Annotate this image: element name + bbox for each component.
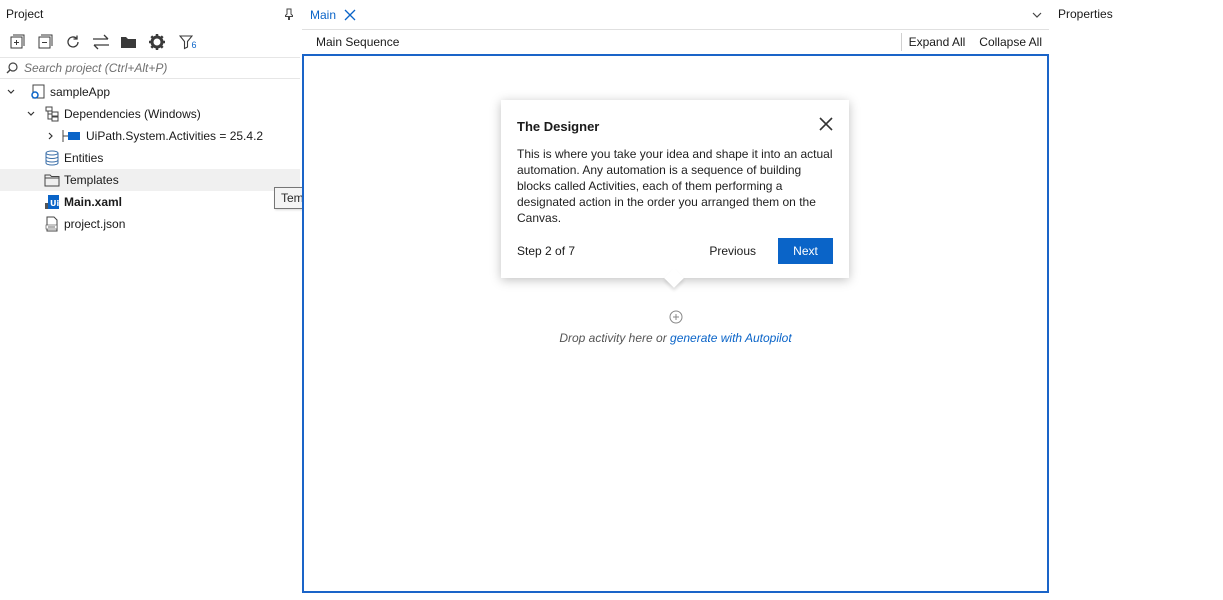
database-icon	[44, 150, 60, 166]
tree-item-label: sampleApp	[50, 85, 111, 99]
drop-hint-text: Drop activity here or	[559, 331, 667, 345]
popup-title: The Designer	[517, 119, 600, 134]
xaml-file-icon: Ui	[44, 194, 60, 210]
project-tree: sampleApp Dependencies (Windows) UiPath.…	[0, 81, 300, 235]
tab-main[interactable]: Main	[302, 0, 364, 30]
settings-gear-icon[interactable]	[148, 33, 166, 51]
tree-item-entities[interactable]: Entities	[0, 147, 300, 169]
tree-item-templates[interactable]: Templates	[0, 169, 300, 191]
expand-all-icon[interactable]	[8, 33, 26, 51]
tree-item-label: project.json	[64, 217, 126, 231]
close-icon[interactable]	[344, 9, 356, 21]
search-icon	[6, 62, 18, 74]
sequence-title[interactable]: Main Sequence	[316, 35, 399, 49]
previous-button[interactable]: Previous	[695, 239, 770, 263]
step-indicator: Step 2 of 7	[517, 244, 576, 258]
project-panel: Project 6 Search project (Ctrl+Alt+P) sa…	[0, 0, 300, 600]
drop-zone[interactable]: Drop activity here or generate with Auto…	[304, 310, 1047, 345]
chevron-right-icon[interactable]	[44, 129, 58, 143]
chevron-down-icon[interactable]	[4, 85, 18, 99]
svg-text:Ui: Ui	[50, 199, 59, 208]
tree-item-label: Templates	[64, 173, 119, 187]
properties-panel-header: Properties	[1052, 0, 1223, 28]
project-search[interactable]	[0, 57, 300, 79]
add-activity-icon[interactable]	[669, 310, 683, 324]
collapse-all-icon[interactable]	[36, 33, 54, 51]
popup-buttons: Previous Next	[695, 238, 833, 264]
project-root-icon	[30, 84, 46, 100]
next-button[interactable]: Next	[778, 238, 833, 264]
sequence-actions: Expand All Collapse All	[900, 33, 1049, 51]
properties-panel: Properties	[1052, 0, 1223, 600]
properties-title: Properties	[1058, 7, 1113, 21]
tree-item-label: UiPath.System.Activities = 25.4.2	[86, 129, 264, 143]
tab-label: Main	[310, 7, 337, 22]
package-icon	[62, 128, 82, 144]
project-panel-title: Project	[6, 7, 44, 21]
project-panel-header: Project	[0, 0, 300, 28]
tree-item-label: Main.xaml	[64, 195, 123, 209]
filter-icon[interactable]: 6	[176, 33, 200, 51]
project-toolbar: 6	[0, 28, 300, 56]
autopilot-link[interactable]: generate with Autopilot	[670, 331, 792, 345]
search-input[interactable]	[24, 61, 284, 75]
json-file-icon	[44, 216, 60, 232]
chevron-down-icon[interactable]	[1031, 9, 1043, 21]
open-folder-icon[interactable]	[120, 33, 138, 51]
tree-item-label: Dependencies (Windows)	[64, 107, 201, 121]
filter-count-badge: 6	[191, 40, 197, 50]
tree-item-label: Entities	[64, 151, 104, 165]
tree-item-activity-package[interactable]: UiPath.System.Activities = 25.4.2	[0, 125, 300, 147]
dependencies-icon	[44, 106, 60, 122]
drop-hint: Drop activity here or generate with Auto…	[304, 331, 1047, 345]
refresh-icon[interactable]	[64, 33, 82, 51]
tour-popup: The Designer This is where you take your…	[501, 100, 849, 288]
designer-panel: Main Main Sequence Expand All Collapse A…	[302, 0, 1049, 600]
tree-item-project-json[interactable]: project.json	[0, 213, 300, 235]
pin-icon[interactable]	[284, 8, 294, 20]
chevron-down-icon[interactable]	[24, 107, 38, 121]
sequence-breadcrumb-bar: Main Sequence Expand All Collapse All	[302, 30, 1049, 54]
tree-item-root[interactable]: sampleApp	[0, 81, 300, 103]
document-tabs: Main	[302, 0, 1049, 30]
sync-icon[interactable]	[92, 33, 110, 51]
close-icon[interactable]	[819, 117, 833, 131]
tree-item-main-xaml[interactable]: Ui Main.xaml	[0, 191, 300, 213]
collapse-all-button[interactable]: Collapse All	[972, 35, 1049, 49]
tree-item-dependencies[interactable]: Dependencies (Windows)	[0, 103, 300, 125]
popup-body: This is where you take your idea and sha…	[517, 147, 833, 225]
folder-icon	[44, 172, 60, 188]
popup-footer: Step 2 of 7 Previous Next	[517, 238, 833, 264]
expand-all-button[interactable]: Expand All	[902, 35, 973, 49]
